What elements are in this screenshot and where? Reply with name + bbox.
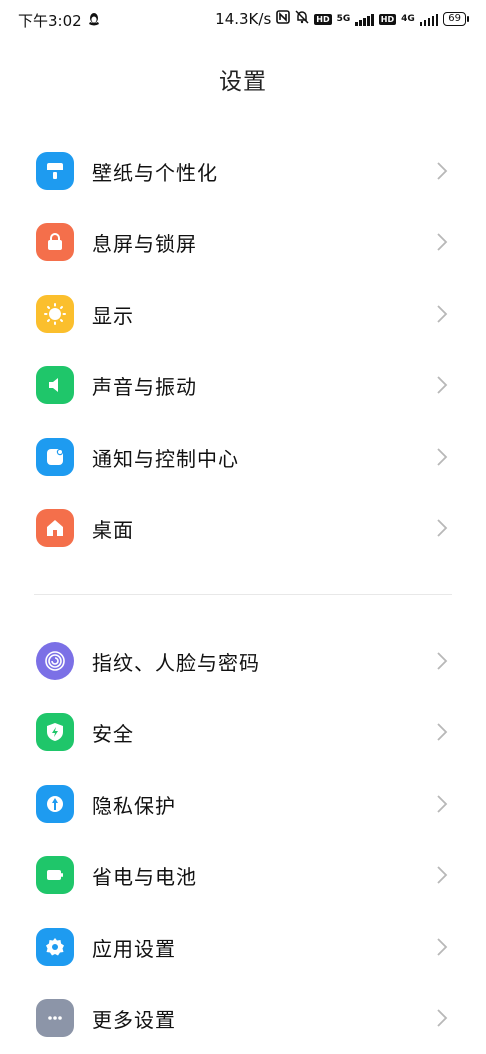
hd-badge-2: HD bbox=[378, 13, 397, 25]
settings-item-label: 安全 bbox=[92, 722, 134, 746]
chevron-right-icon bbox=[437, 866, 448, 884]
settings-item-label: 通知与控制中心 bbox=[92, 447, 239, 471]
nfc-icon bbox=[276, 10, 291, 28]
settings-item-label: 壁纸与个性化 bbox=[92, 161, 218, 185]
page-title: 设置 bbox=[219, 69, 267, 95]
sun-icon bbox=[36, 295, 74, 333]
settings-item-battery[interactable]: 省电与电池 bbox=[0, 839, 486, 911]
settings-item-label: 省电与电池 bbox=[92, 865, 197, 889]
settings-item-label: 声音与振动 bbox=[92, 375, 197, 399]
settings-item-fingerprint[interactable]: 指纹、人脸与密码 bbox=[0, 625, 486, 697]
chevron-right-icon bbox=[437, 162, 448, 180]
chevron-right-icon bbox=[437, 305, 448, 323]
chevron-right-icon bbox=[437, 376, 448, 394]
settings-item-label: 应用设置 bbox=[92, 937, 176, 961]
chevron-right-icon bbox=[437, 233, 448, 251]
mute-bell-icon bbox=[295, 10, 309, 28]
qq-icon bbox=[88, 12, 100, 30]
settings-item-label: 桌面 bbox=[92, 518, 134, 542]
privacy-icon bbox=[36, 785, 74, 823]
chevron-right-icon bbox=[437, 1009, 448, 1027]
settings-item-more[interactable]: 更多设置 bbox=[0, 982, 486, 1054]
battery-icon bbox=[36, 856, 74, 894]
network-speed: 14.3K/s bbox=[215, 10, 272, 28]
settings-item-desktop[interactable]: 桌面 bbox=[0, 492, 486, 564]
section-divider bbox=[34, 594, 452, 595]
chevron-right-icon bbox=[437, 938, 448, 956]
chevron-right-icon bbox=[437, 795, 448, 813]
status-bar: 下午3:02 14.3K/s HD 5G HD 4G 69 bbox=[0, 0, 486, 40]
settings-item-lockscreen[interactable]: 息屏与锁屏 bbox=[0, 206, 486, 278]
gear-icon bbox=[36, 928, 74, 966]
more-icon bbox=[36, 999, 74, 1037]
status-time: 下午3:02 bbox=[18, 12, 82, 30]
home-icon bbox=[36, 509, 74, 547]
settings-item-label: 指纹、人脸与密码 bbox=[92, 651, 260, 675]
signal-icon-sim1 bbox=[355, 12, 374, 26]
speaker-icon bbox=[36, 366, 74, 404]
settings-item-label: 显示 bbox=[92, 304, 134, 328]
settings-item-sound[interactable]: 声音与振动 bbox=[0, 349, 486, 421]
settings-item-wallpaper[interactable]: 壁纸与个性化 bbox=[0, 135, 486, 207]
battery-indicator: 69 bbox=[443, 12, 469, 26]
chevron-right-icon bbox=[437, 723, 448, 741]
wallpaper-icon bbox=[36, 152, 74, 190]
settings-item-label: 隐私保护 bbox=[92, 794, 176, 818]
settings-item-label: 息屏与锁屏 bbox=[92, 232, 197, 256]
settings-item-label: 更多设置 bbox=[92, 1008, 176, 1032]
notification-icon bbox=[36, 438, 74, 476]
signal-icon-sim2 bbox=[419, 12, 439, 26]
settings-item-privacy[interactable]: 隐私保护 bbox=[0, 768, 486, 840]
hd-badge: HD bbox=[314, 13, 332, 25]
settings-item-display[interactable]: 显示 bbox=[0, 278, 486, 350]
sim2-network-type: 4G bbox=[401, 14, 415, 24]
sim1-network-type: 5G bbox=[336, 14, 351, 24]
chevron-right-icon bbox=[437, 448, 448, 466]
shield-icon bbox=[36, 713, 74, 751]
lock-icon bbox=[36, 223, 74, 261]
fingerprint-icon bbox=[36, 642, 74, 680]
settings-item-security[interactable]: 安全 bbox=[0, 696, 486, 768]
settings-item-app-settings[interactable]: 应用设置 bbox=[0, 911, 486, 983]
chevron-right-icon bbox=[437, 652, 448, 670]
settings-item-notifications[interactable]: 通知与控制中心 bbox=[0, 421, 486, 493]
chevron-right-icon bbox=[437, 519, 448, 537]
